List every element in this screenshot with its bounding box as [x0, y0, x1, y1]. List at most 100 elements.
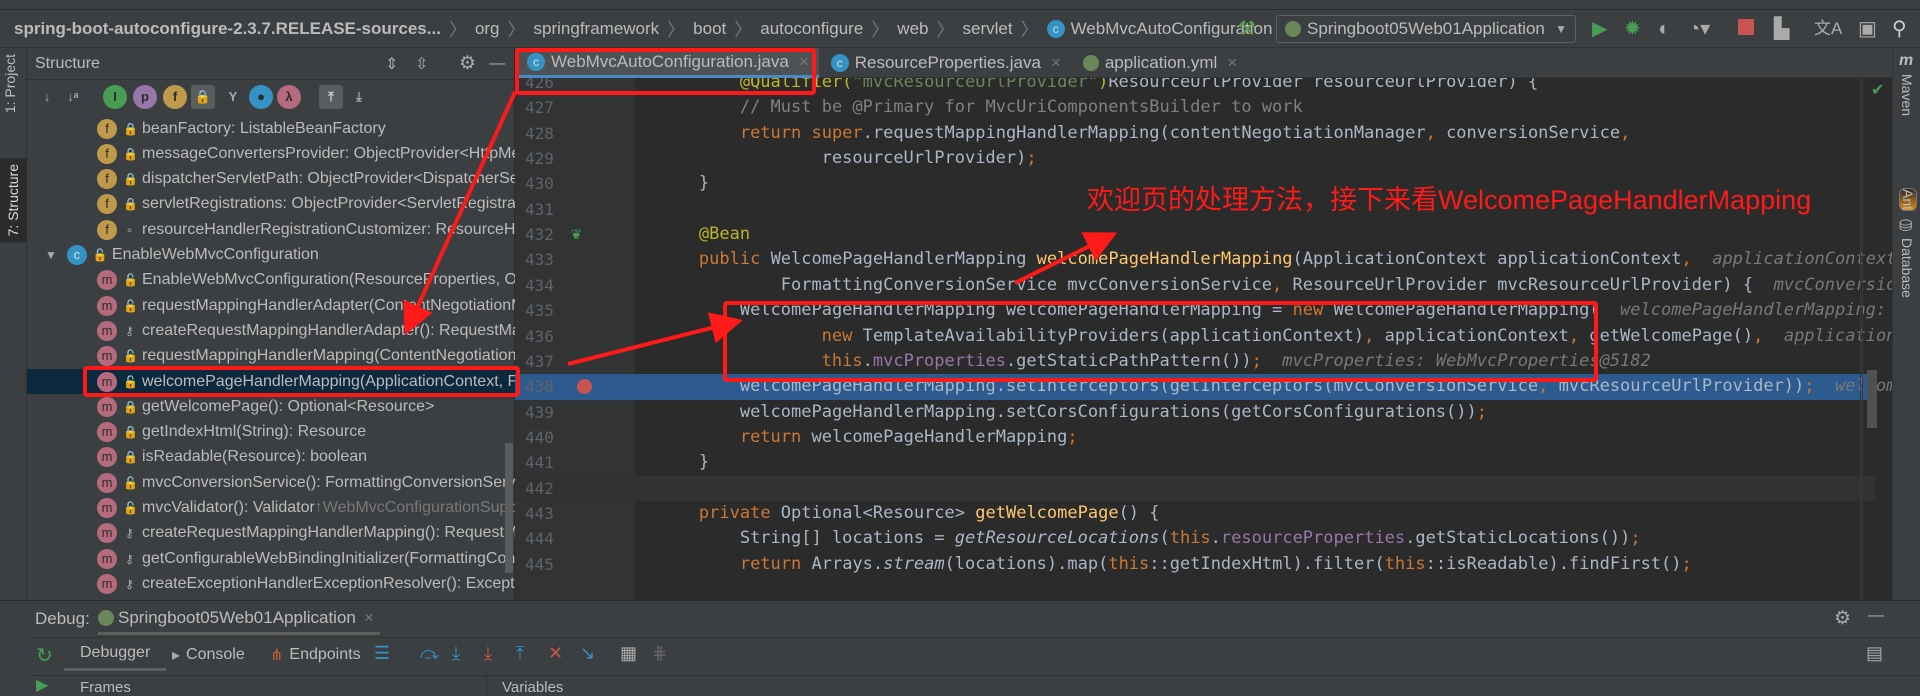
- collapse-all-icon[interactable]: ⇳: [415, 54, 428, 74]
- drop-frame-icon[interactable]: ✕: [548, 643, 563, 664]
- code-line[interactable]: 444 String[] locations = getResourceLocat…: [515, 526, 1875, 551]
- expand-all-icon[interactable]: ⇕: [385, 54, 398, 74]
- tree-member-item[interactable]: m ⚷ createExceptionHandlerExceptionResolve…: [27, 571, 515, 596]
- method-icon: m: [97, 573, 117, 594]
- tree-member-item[interactable]: m 🔓 mvcValidator(): Validator ↑WebMvcConfi…: [27, 496, 515, 521]
- trace-icon[interactable]: ⋕: [652, 643, 667, 664]
- show-execution-point-icon[interactable]: ☰: [374, 643, 390, 664]
- editor-tab[interactable]: application.yml ×: [1071, 48, 1247, 78]
- force-step-into-icon[interactable]: ⤓: [484, 643, 492, 664]
- show-anonymous-icon[interactable]: ●: [249, 85, 273, 109]
- show-properties-icon[interactable]: p: [133, 85, 157, 109]
- close-icon[interactable]: ×: [364, 608, 374, 628]
- tree-member-item[interactable]: m 🔓 mvcConversionService(): FormattingConv…: [27, 470, 515, 495]
- hide-icon[interactable]: —: [1868, 607, 1884, 625]
- breadcrumb-item[interactable]: servlet: [962, 19, 1012, 39]
- evaluate-expression-icon[interactable]: ▦: [620, 643, 637, 664]
- autoscroll-from-source-icon[interactable]: ⤓: [347, 85, 371, 109]
- code-line[interactable]: 432 ❦ @Bean: [515, 222, 1875, 247]
- breadcrumb-item[interactable]: autoconfigure: [760, 19, 863, 39]
- tree-member-item[interactable]: m 🔓 requestMappingHandlerAdapter(ContentNe…: [27, 293, 515, 318]
- code-line[interactable]: 439 welcomePageHandlerMapping.setCorsConf…: [515, 400, 1875, 425]
- coverage-icon[interactable]: ◖: [1656, 16, 1668, 42]
- profile-icon[interactable]: ◔▾: [1688, 16, 1710, 42]
- resume-icon[interactable]: ▶: [36, 675, 48, 695]
- maven-tool-tab[interactable]: Maven: [1899, 74, 1915, 116]
- code-token: "mvcResourceUrlProvider": [852, 78, 1099, 92]
- tree-member-item[interactable]: f 🔒 messageConvertersProvider: ObjectProvi…: [27, 141, 515, 166]
- tab-debugger[interactable]: Debugger: [64, 637, 167, 671]
- close-tab-icon[interactable]: ×: [1051, 53, 1061, 73]
- tab-console[interactable]: ▸ Console: [172, 641, 245, 669]
- tab-endpoints[interactable]: ⋔ Endpoints: [270, 641, 361, 669]
- run-configuration-select[interactable]: Springboot05Web01Application ▼: [1276, 15, 1576, 43]
- tree-member-item[interactable]: m 🔓 requestMappingHandlerMapping(ContentNe…: [27, 344, 515, 369]
- breakpoint-icon[interactable]: [577, 379, 592, 395]
- error-stripe[interactable]: ✔: [1862, 78, 1892, 600]
- show-inherited-icon[interactable]: I: [103, 85, 127, 109]
- tree-member-item[interactable]: m ⚷ getConfigurableWebBindingInitializer(F…: [27, 546, 515, 571]
- tree-member-item[interactable]: m 🔒 isReadable(Resource): boolean: [27, 445, 515, 470]
- expand-arrow-icon[interactable]: ▼: [45, 248, 57, 262]
- run-icon[interactable]: ▶: [1592, 16, 1607, 42]
- tree-member-item[interactable]: f 🔒 beanFactory: ListableBeanFactory: [27, 116, 515, 141]
- run-to-cursor-icon[interactable]: ↘: [580, 643, 595, 664]
- tree-member-item[interactable]: f ∘ resourceHandlerRegistrationCustomizer:…: [27, 217, 515, 242]
- stop-icon[interactable]: [1738, 19, 1754, 35]
- gear-icon[interactable]: ⚙: [459, 52, 476, 75]
- ant-tool-tab[interactable]: Ant: [1899, 188, 1917, 212]
- tree-class-node[interactable]: ▼ c 🔓 EnableWebMvcConfiguration: [27, 243, 515, 268]
- project-tool-tab[interactable]: 1: Project: [2, 54, 18, 113]
- translate-icon[interactable]: 文A: [1814, 16, 1842, 42]
- sort-by-visibility-icon[interactable]: ↓: [35, 85, 59, 109]
- breadcrumb-item[interactable]: org: [475, 19, 500, 39]
- step-into-icon[interactable]: ⤓: [452, 643, 460, 664]
- sort-alphabetically-icon[interactable]: ↓ᵃ: [61, 85, 85, 109]
- code-line[interactable]: 441}: [515, 450, 1875, 475]
- breadcrumb-item[interactable]: springframework: [534, 19, 660, 39]
- breadcrumb-item[interactable]: spring-boot-autoconfigure-2.3.7.RELEASE-…: [14, 19, 441, 39]
- project-structure-icon[interactable]: ▙: [1774, 16, 1789, 42]
- code-line[interactable]: 440 return welcomePageHandlerMapping;: [515, 425, 1875, 450]
- breadcrumb-item[interactable]: boot: [693, 19, 726, 39]
- editor-tab[interactable]: c ResourceProperties.java ×: [819, 48, 1071, 78]
- code-line[interactable]: 443 private Optional<Resource> getWelcome…: [515, 501, 1875, 526]
- autoscroll-to-source-icon[interactable]: ⤒: [319, 85, 343, 109]
- code-line[interactable]: 445 return Arrays.stream(locations).map(t…: [515, 552, 1875, 577]
- tree-member-item[interactable]: m 🔒 getWelcomePage(): Optional<Resource>: [27, 394, 515, 419]
- step-out-icon[interactable]: ⤒: [516, 643, 524, 664]
- debug-icon[interactable]: ✹: [1624, 16, 1641, 42]
- tree-member-item[interactable]: f 🔒 dispatcherServletPath: ObjectProvider<…: [27, 167, 515, 192]
- presentation-icon[interactable]: ▣: [1858, 16, 1877, 42]
- structure-scrollbar[interactable]: [505, 443, 513, 573]
- database-tool-tab[interactable]: Database: [1899, 238, 1915, 298]
- build-hammer-icon[interactable]: ⚒: [1238, 16, 1256, 42]
- code-line[interactable]: 428 return super.requestMappingHandlerMap…: [515, 121, 1875, 146]
- code-line[interactable]: 427 // Must be @Primary for MvcUriCompone…: [515, 95, 1875, 120]
- bean-gutter-icon[interactable]: ❦: [571, 222, 581, 247]
- lambda-icon[interactable]: λ: [277, 85, 301, 109]
- structure-tool-tab[interactable]: 7: Structure: [0, 158, 27, 243]
- hide-icon[interactable]: —: [489, 55, 505, 73]
- search-icon[interactable]: ⚲: [1892, 16, 1907, 42]
- tree-member-item[interactable]: m 🔒 getIndexHtml(String): Resource: [27, 420, 515, 445]
- layout-icon[interactable]: ▤: [1866, 643, 1883, 664]
- close-tab-icon[interactable]: ×: [1227, 53, 1237, 73]
- tree-member-item[interactable]: m ⚷ createRequestMappingHandlerMapping(): …: [27, 521, 515, 546]
- code-line[interactable]: 429 resourceUrlProvider);: [515, 146, 1875, 171]
- code-line[interactable]: 434 FormattingConversionService mvcConver…: [515, 273, 1892, 298]
- code-line[interactable]: 442: [515, 475, 1875, 501]
- editor-scrollbar-thumb[interactable]: [1867, 370, 1877, 428]
- tree-member-item[interactable]: m 🔓 EnableWebMvcConfiguration(ResourceProp…: [27, 268, 515, 293]
- debug-session-tab[interactable]: Springboot05Web01Application ×: [98, 603, 380, 635]
- tree-member-item[interactable]: f 🔒 servletRegistrations: ObjectProvider<S…: [27, 192, 515, 217]
- tree-member-item[interactable]: m ⚷ createRequestMappingHandlerAdapter(): …: [27, 318, 515, 343]
- show-non-public-icon[interactable]: 🔒: [191, 85, 215, 109]
- rerun-icon[interactable]: ↻: [36, 643, 53, 668]
- code-line[interactable]: 433 public WelcomePageHandlerMapping welc…: [515, 247, 1892, 272]
- step-over-icon[interactable]: ⤼: [420, 643, 439, 664]
- breadcrumb-item[interactable]: web: [897, 19, 928, 39]
- gear-icon[interactable]: ⚙: [1834, 607, 1851, 630]
- show-lambdas-icon[interactable]: Y: [221, 85, 245, 109]
- show-fields-icon[interactable]: f: [163, 85, 187, 109]
